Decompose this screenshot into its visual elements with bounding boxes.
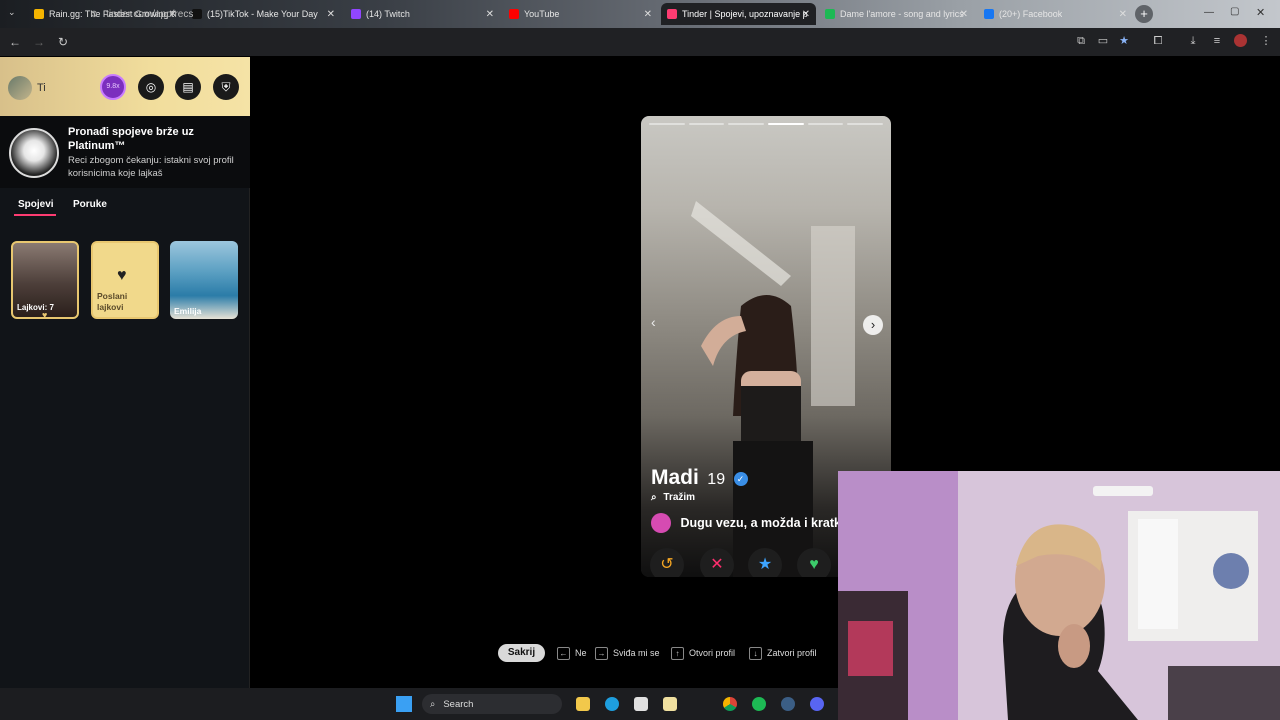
- next-photo-icon[interactable]: ›: [863, 315, 883, 335]
- avatar[interactable]: [8, 76, 32, 100]
- hint-close-label: Zatvori profil: [767, 648, 817, 658]
- profile-avatar-icon[interactable]: [1234, 34, 1247, 47]
- tab-messages[interactable]: Poruke: [73, 199, 107, 210]
- back-icon[interactable]: ←: [3, 35, 27, 49]
- minimize-icon[interactable]: —: [1204, 7, 1214, 18]
- bookmark-star-icon[interactable]: ★: [1117, 34, 1131, 48]
- windows-start-icon[interactable]: [396, 696, 412, 712]
- magnifier-icon: ⌕: [651, 492, 657, 503]
- photo-indicator[interactable]: [688, 123, 725, 125]
- up-arrow-key-icon: ↑: [671, 646, 684, 660]
- match-name-label: Emilija: [174, 306, 202, 316]
- tab-favicon-icon: [34, 9, 44, 19]
- photo-indicator[interactable]: [768, 123, 804, 125]
- edge-icon[interactable]: [605, 697, 619, 711]
- likes-card[interactable]: Lajkovi: 7 ♥: [11, 241, 79, 319]
- relationship-goal-text: Dugu vezu, a možda i kratku: [680, 516, 849, 530]
- platinum-badge-icon: [9, 128, 59, 178]
- down-arrow-key-icon: ↓: [749, 646, 762, 660]
- maximize-icon[interactable]: ▢: [1230, 6, 1239, 17]
- heart-eyes-emoji-icon: [651, 513, 671, 533]
- verified-badge-icon: ✓: [733, 472, 748, 486]
- webcam-overlay: [838, 471, 1280, 720]
- webcam-scene: [838, 471, 1280, 720]
- boost-multiplier: 9.8x: [106, 83, 120, 90]
- platinum-promo[interactable]: Pronađi spojeve brže uz Platinum™ Reci z…: [0, 116, 250, 188]
- hint-like-label: Sviđa mi se: [613, 648, 660, 658]
- file-explorer-icon[interactable]: [576, 697, 590, 711]
- app-icon[interactable]: [663, 697, 677, 711]
- hint-open-label: Otvori profil: [689, 648, 736, 658]
- hint-nope: ← Ne: [557, 645, 587, 661]
- windows-taskbar: [0, 688, 838, 720]
- tab-search-icon[interactable]: ⌄: [8, 7, 16, 18]
- profile-label[interactable]: Ti: [37, 82, 46, 94]
- hide-hints-button[interactable]: Sakrij: [498, 644, 545, 662]
- store-icon[interactable]: [634, 697, 648, 711]
- forward-icon[interactable]: →: [27, 35, 51, 49]
- prev-photo-icon[interactable]: ‹: [651, 314, 656, 330]
- browser-menu-icon[interactable]: ⋮: [1259, 34, 1273, 48]
- sidebar-tabs: Spojevi Poruke: [0, 188, 250, 228]
- taskbar-search[interactable]: ⌕ Search: [422, 694, 562, 714]
- sidebar: Ti 9.8x ◎ ▤ ⛨ Pronađi spojeve brže uz Pl…: [0, 57, 250, 688]
- gold-heart-icon: ♥: [42, 310, 48, 319]
- extensions-icon[interactable]: ⧠: [1151, 34, 1165, 48]
- tab-close-icon[interactable]: ✕: [1119, 9, 1127, 20]
- profile-name: Madi: [651, 466, 699, 489]
- site-info-icon[interactable]: ⚙: [90, 9, 98, 20]
- photo-indicator[interactable]: [649, 123, 685, 125]
- tab-matches[interactable]: Spojevi: [18, 199, 54, 210]
- photo-indicator[interactable]: [807, 123, 844, 125]
- sent-likes-card[interactable]: ♥ Poslani lajkovi: [91, 241, 159, 319]
- url-field[interactable]: ⚙ tinder.com/app/recs: [84, 4, 1074, 24]
- download-icon[interactable]: ⤓: [1186, 34, 1200, 48]
- rewind-button[interactable]: ↺: [650, 548, 684, 577]
- briefcase-icon[interactable]: ▤: [175, 74, 201, 100]
- nope-button[interactable]: ✕: [700, 548, 734, 577]
- explore-icon[interactable]: ◎: [138, 74, 164, 100]
- sent-hearts-icon: ♥: [117, 267, 127, 284]
- like-button[interactable]: ♥: [797, 548, 831, 577]
- match-card-emilija[interactable]: Emilija: [170, 241, 238, 319]
- super-like-button[interactable]: ★: [748, 548, 782, 577]
- taskbar-search-label: Search: [443, 698, 474, 710]
- likes-card-label: Lajkovi: 7: [17, 303, 54, 312]
- boost-button[interactable]: 9.8x: [100, 74, 126, 100]
- chrome-icon[interactable]: [723, 697, 737, 711]
- looking-for-label: Tražim: [663, 492, 696, 503]
- discord-icon[interactable]: [810, 697, 824, 711]
- photo-indicator[interactable]: [728, 123, 764, 125]
- left-arrow-key-icon: ←: [557, 646, 570, 660]
- sidebar-header: Ti 9.8x ◎ ▤ ⛨: [0, 57, 250, 116]
- hint-like: → Sviđa mi se: [595, 645, 660, 661]
- looking-for-row: ⌕ Tražim: [651, 492, 695, 503]
- sent-likes-label: Poslani lajkovi: [97, 291, 128, 312]
- new-tab-icon[interactable]: +: [1135, 5, 1153, 23]
- reading-list-icon[interactable]: ≡: [1210, 34, 1224, 48]
- hint-nope-label: Ne: [575, 648, 587, 658]
- hint-open-profile: ↑ Otvori profil: [671, 645, 735, 661]
- promo-subtitle: Reci zbogom čekanju: istakni svoj profil…: [68, 155, 234, 179]
- profile-age: 19: [707, 471, 726, 488]
- reload-icon[interactable]: ↻: [51, 35, 75, 49]
- photo-indicator[interactable]: [847, 123, 883, 125]
- cast-icon[interactable]: ⧉: [1074, 34, 1088, 48]
- tab-matches-underline: [14, 214, 56, 216]
- url-text: tinder.com/app/recs: [106, 8, 194, 20]
- close-window-icon[interactable]: ✕: [1256, 6, 1265, 19]
- address-bar-row: ← → ↻: [0, 28, 1280, 56]
- hint-close-profile: ↓ Zatvori profil: [749, 645, 817, 661]
- spotify-icon[interactable]: [752, 697, 766, 711]
- reading-mode-icon[interactable]: ▭: [1096, 34, 1110, 48]
- right-arrow-key-icon: →: [595, 646, 608, 660]
- taskbar-search-icon: ⌕: [430, 698, 436, 710]
- steam-icon[interactable]: [781, 697, 795, 711]
- shield-icon[interactable]: ⛨: [213, 74, 239, 100]
- promo-title: Pronađi spojeve brže uz Platinum™: [68, 126, 194, 152]
